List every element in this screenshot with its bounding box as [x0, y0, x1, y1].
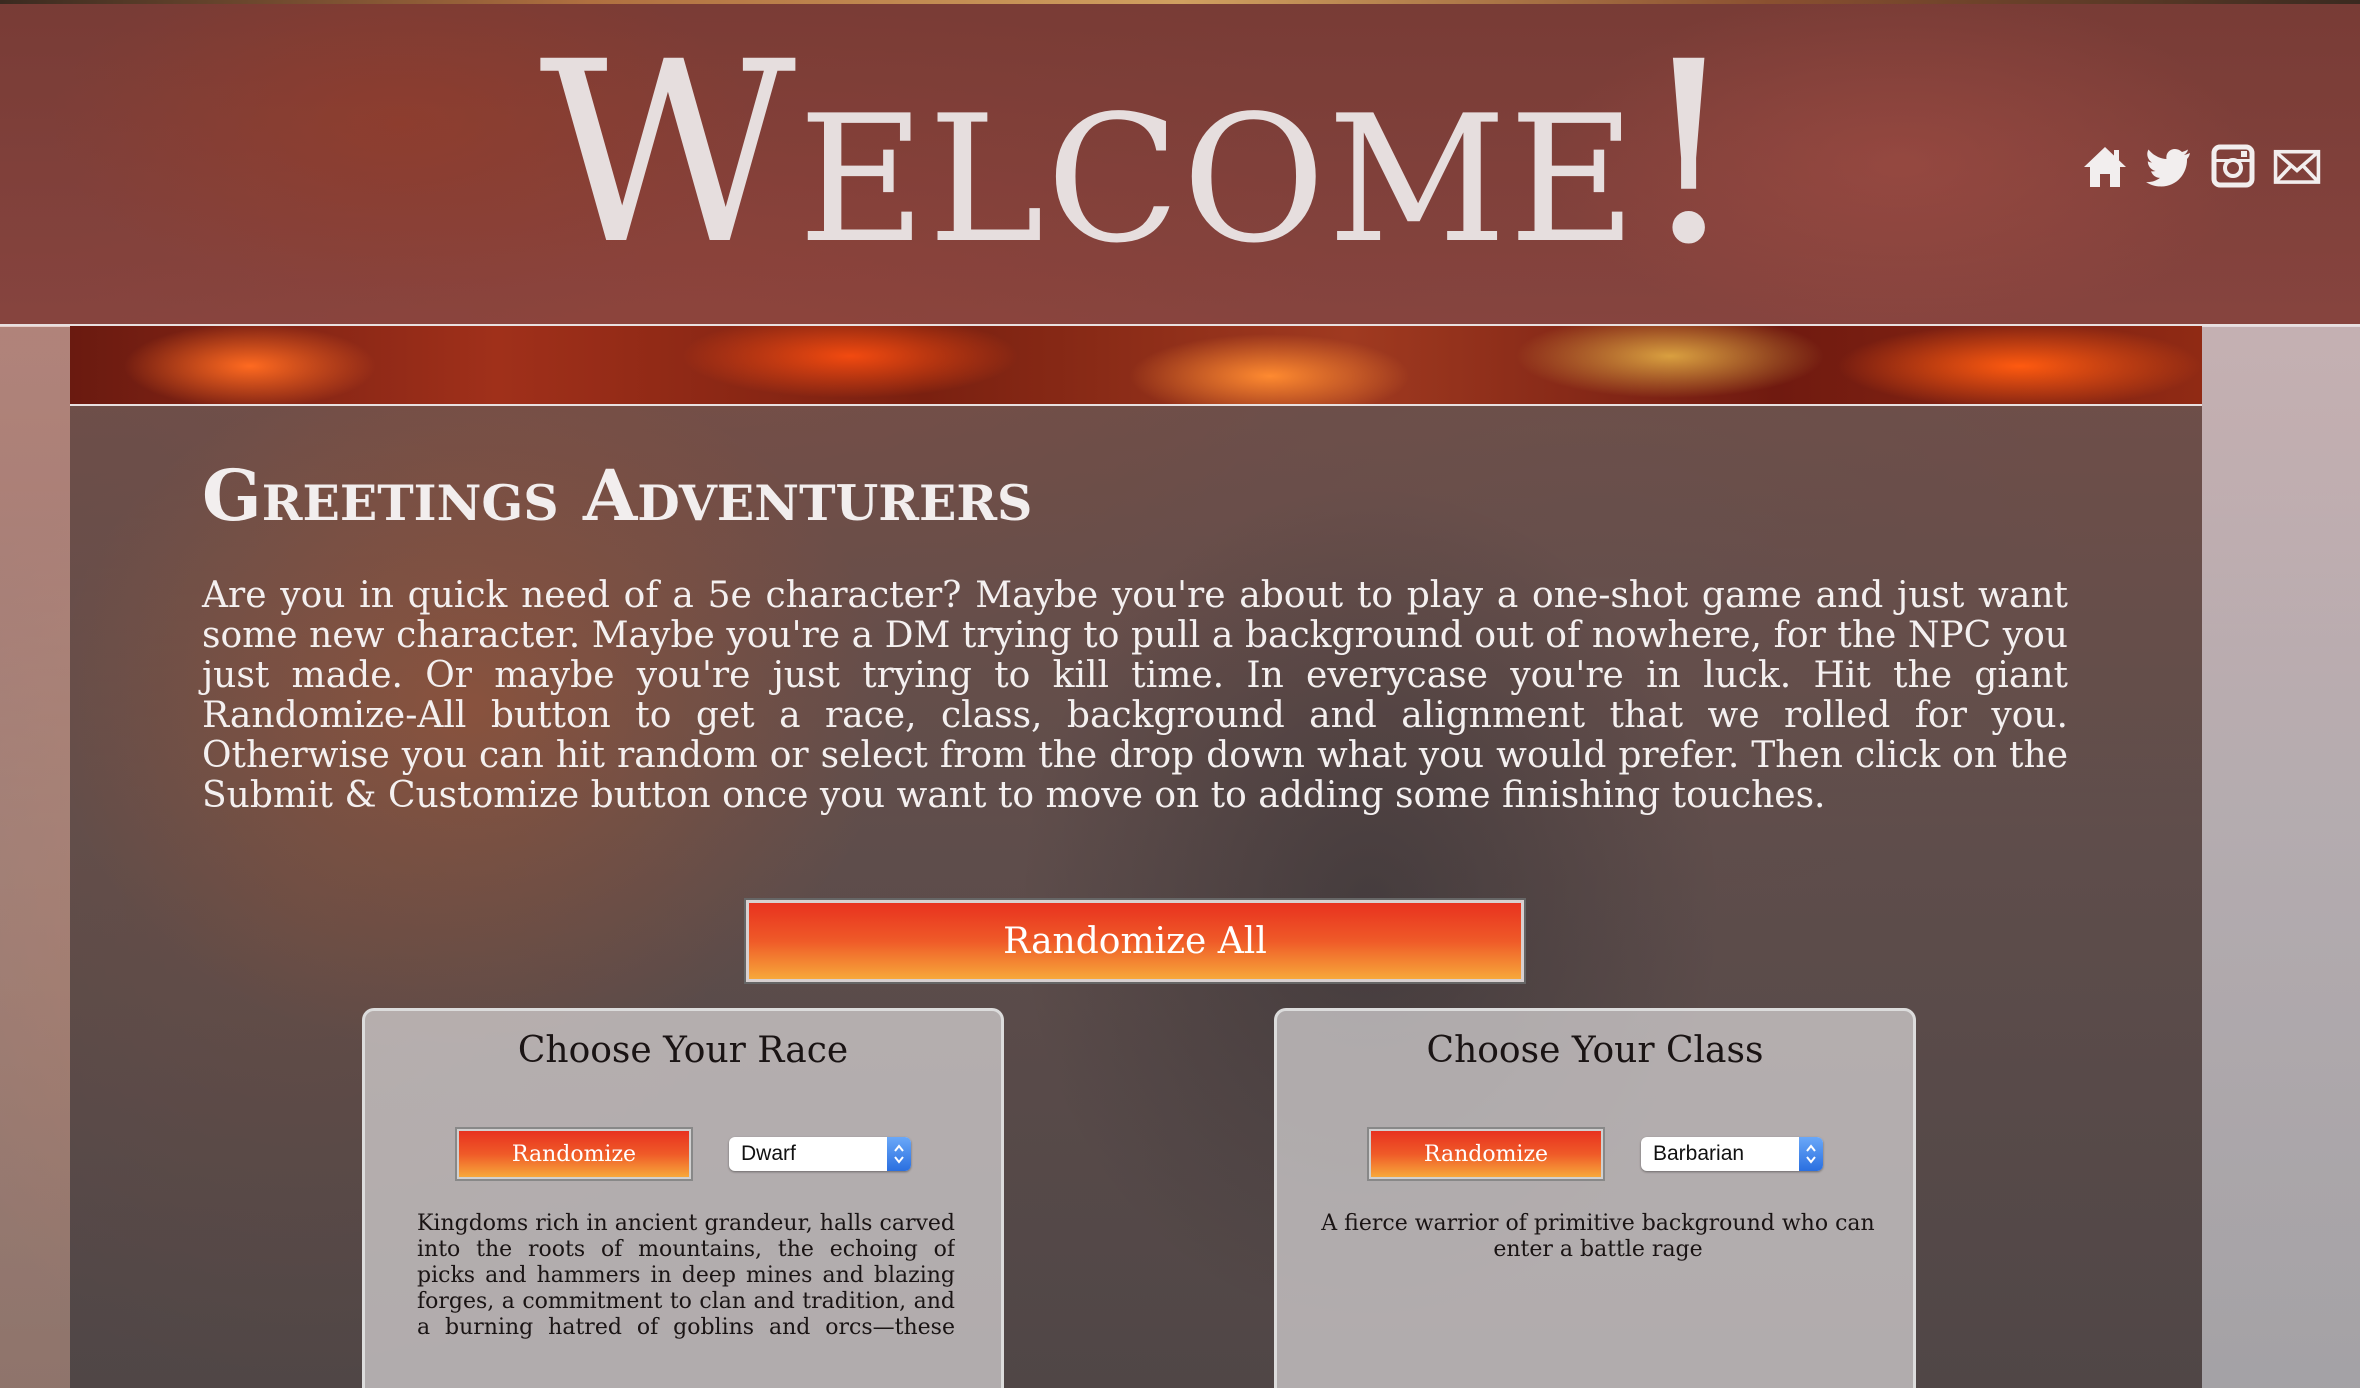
main-content: Greetings Adventurers Are you in quick n… [70, 406, 2202, 1388]
class-description: A fierce warrior of primitive background… [1321, 1211, 1875, 1262]
race-description: Kingdoms rich in ancient grandeur, halls… [417, 1211, 955, 1340]
page-title: Welcome! [539, 8, 1741, 299]
race-card: Choose Your Race Randomize Dwarf Kingdom… [362, 1008, 1004, 1388]
race-select-value: Dwarf [741, 1142, 796, 1165]
background-right-panel [2202, 326, 2360, 1388]
class-select[interactable]: Barbarian [1641, 1137, 1823, 1171]
home-icon[interactable] [2080, 141, 2130, 191]
randomize-race-button[interactable]: Randomize [457, 1129, 691, 1179]
randomize-class-button[interactable]: Randomize [1369, 1129, 1603, 1179]
decorative-banner [70, 326, 2202, 406]
class-select-value: Barbarian [1653, 1142, 1745, 1165]
instagram-icon[interactable] [2208, 141, 2258, 191]
mail-icon[interactable] [2272, 141, 2322, 191]
intro-paragraph: Are you in quick need of a 5e character?… [202, 575, 2068, 816]
race-select[interactable]: Dwarf [729, 1137, 911, 1171]
class-card: Choose Your Class Randomize Barbarian A … [1274, 1008, 1916, 1388]
select-arrows-icon [1799, 1137, 1823, 1171]
greeting-heading: Greetings Adventurers [202, 454, 1033, 537]
select-arrows-icon [887, 1137, 911, 1171]
background-left-panel [0, 326, 70, 1388]
class-card-title: Choose Your Class [1426, 1030, 1764, 1071]
randomize-all-button[interactable]: Randomize All [746, 900, 1524, 982]
site-header: Welcome! [0, 4, 2360, 327]
social-links [2080, 136, 2322, 196]
twitter-icon[interactable] [2144, 141, 2194, 191]
race-card-title: Choose Your Race [517, 1030, 849, 1071]
